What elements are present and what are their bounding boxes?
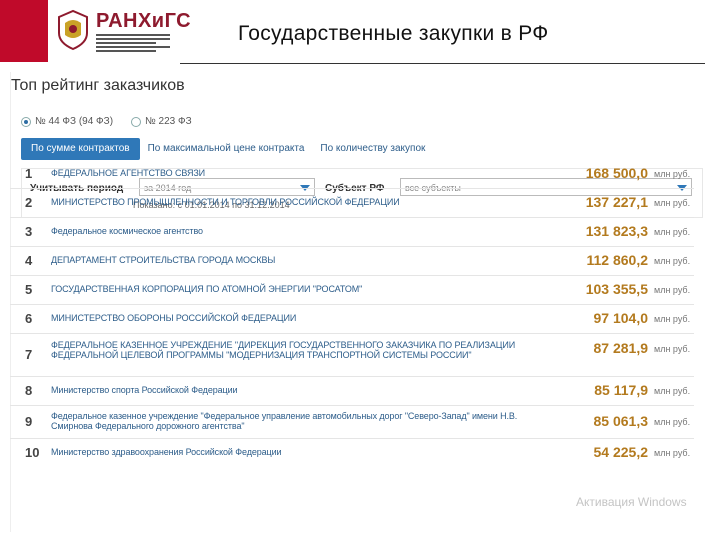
row-rank: 8 (25, 383, 33, 398)
tab-by-max-price[interactable]: По максимальной цене контракта (140, 138, 313, 160)
law-radio-group: № 44 ФЗ (94 ФЗ) № 223 ФЗ (21, 116, 210, 127)
customer-name-link[interactable]: Министерство здравоохранения Российской … (51, 447, 541, 457)
row-rank: 7 (25, 347, 33, 362)
tab-by-contract-sum[interactable]: По сумме контрактов (21, 138, 140, 160)
table-row: 10 Министерство здравоохранения Российск… (10, 439, 694, 465)
row-amount: 112 860,2 (586, 252, 648, 268)
row-amount: 168 500,0 (585, 165, 648, 181)
row-rank: 1 (25, 166, 33, 181)
table-row: 4 ДЕПАРТАМЕНТ СТРОИТЕЛЬСТВА ГОРОДА МОСКВ… (10, 247, 694, 276)
panel-heading: Топ рейтинг заказчиков (11, 77, 185, 94)
table-row: 9 Федеральное казенное учреждение "Федер… (10, 406, 694, 439)
row-rank: 9 (25, 414, 33, 429)
row-amount: 85 061,3 (593, 413, 649, 429)
row-rank: 2 (25, 195, 33, 210)
row-unit: млн руб. (654, 285, 691, 295)
row-amount: 54 225,2 (593, 444, 649, 460)
table-row: 2 МИНИСТЕРСТВО ПРОМЫШЛЕННОСТИ И ТОРГОВЛИ… (10, 189, 694, 218)
customer-name-link[interactable]: ФЕДЕРАЛЬНОЕ КАЗЕННОЕ УЧРЕЖДЕНИЕ "ДИРЕКЦИ… (51, 340, 541, 360)
sort-tabs: По сумме контрактов По максимальной цене… (21, 138, 433, 160)
row-rank: 4 (25, 253, 33, 268)
row-rank: 6 (25, 311, 33, 326)
row-unit: млн руб. (654, 314, 691, 324)
row-amount: 103 355,5 (585, 281, 648, 297)
logo-caption-lines (96, 32, 170, 52)
logo-text: РАНХиГС (96, 10, 192, 32)
customer-name-link[interactable]: Федеральное казенное учреждение "Федерал… (51, 411, 541, 431)
row-amount: 87 281,9 (593, 340, 649, 356)
customer-name-link[interactable]: ФЕДЕРАЛЬНОЕ АГЕНТСТВО СВЯЗИ (51, 168, 541, 178)
radio-44fz[interactable] (21, 116, 31, 127)
tab-by-purchase-count[interactable]: По количеству закупок (312, 138, 433, 160)
table-row: 5 ГОСУДАРСТВЕННАЯ КОРПОРАЦИЯ ПО АТОМНОЙ … (10, 276, 694, 305)
row-rank: 5 (25, 282, 33, 297)
row-unit: млн руб. (654, 386, 691, 396)
ranepa-emblem-icon (58, 9, 88, 51)
ranking-table: 1 ФЕДЕРАЛЬНОЕ АГЕНТСТВО СВЯЗИ 168 500,0 … (10, 160, 694, 465)
customer-name-link[interactable]: Федеральное космическое агентство (51, 226, 541, 236)
slide-title: Государственные закупки в РФ (238, 22, 549, 45)
windows-activation-watermark: Активация Windows (576, 496, 716, 509)
title-divider (180, 63, 705, 64)
row-rank: 10 (25, 445, 40, 460)
table-row: 1 ФЕДЕРАЛЬНОЕ АГЕНТСТВО СВЯЗИ 168 500,0 … (10, 160, 694, 189)
customer-name-link[interactable]: ГОСУДАРСТВЕННАЯ КОРПОРАЦИЯ ПО АТОМНОЙ ЭН… (51, 284, 541, 294)
radio-223fz-label[interactable]: № 223 ФЗ (145, 116, 192, 127)
table-row: 8 Министерство спорта Российской Федерац… (10, 377, 694, 406)
radio-223fz[interactable] (131, 116, 142, 127)
table-row: 3 Федеральное космическое агентство 131 … (10, 218, 694, 247)
row-rank: 3 (25, 224, 33, 239)
row-amount: 97 104,0 (593, 310, 649, 326)
customer-name-link[interactable]: МИНИСТЕРСТВО ПРОМЫШЛЕННОСТИ И ТОРГОВЛИ Р… (51, 197, 541, 207)
customer-name-link[interactable]: ДЕПАРТАМЕНТ СТРОИТЕЛЬСТВА ГОРОДА МОСКВЫ (51, 255, 541, 265)
row-unit: млн руб. (654, 198, 691, 208)
customer-name-link[interactable]: Министерство спорта Российской Федерации (51, 385, 541, 395)
table-row: 7 ФЕДЕРАЛЬНОЕ КАЗЕННОЕ УЧРЕЖДЕНИЕ "ДИРЕК… (10, 334, 694, 377)
watermark-line1: Активация Windows (576, 495, 687, 509)
row-unit: млн руб. (654, 344, 691, 354)
row-unit: млн руб. (654, 448, 691, 458)
radio-44fz-label[interactable]: № 44 ФЗ (94 ФЗ) (35, 116, 113, 127)
row-unit: млн руб. (654, 169, 691, 179)
customer-name-link[interactable]: МИНИСТЕРСТВО ОБОРОНЫ РОССИЙСКОЙ ФЕДЕРАЦИ… (51, 313, 541, 323)
row-amount: 85 117,9 (594, 382, 648, 398)
row-amount: 137 227,1 (585, 194, 648, 210)
row-unit: млн руб. (654, 417, 691, 427)
row-unit: млн руб. (654, 227, 691, 237)
row-unit: млн руб. (654, 256, 691, 266)
row-amount: 131 823,3 (585, 223, 648, 239)
table-row: 6 МИНИСТЕРСТВО ОБОРОНЫ РОССИЙСКОЙ ФЕДЕРА… (10, 305, 694, 334)
red-accent-bar (0, 0, 48, 62)
